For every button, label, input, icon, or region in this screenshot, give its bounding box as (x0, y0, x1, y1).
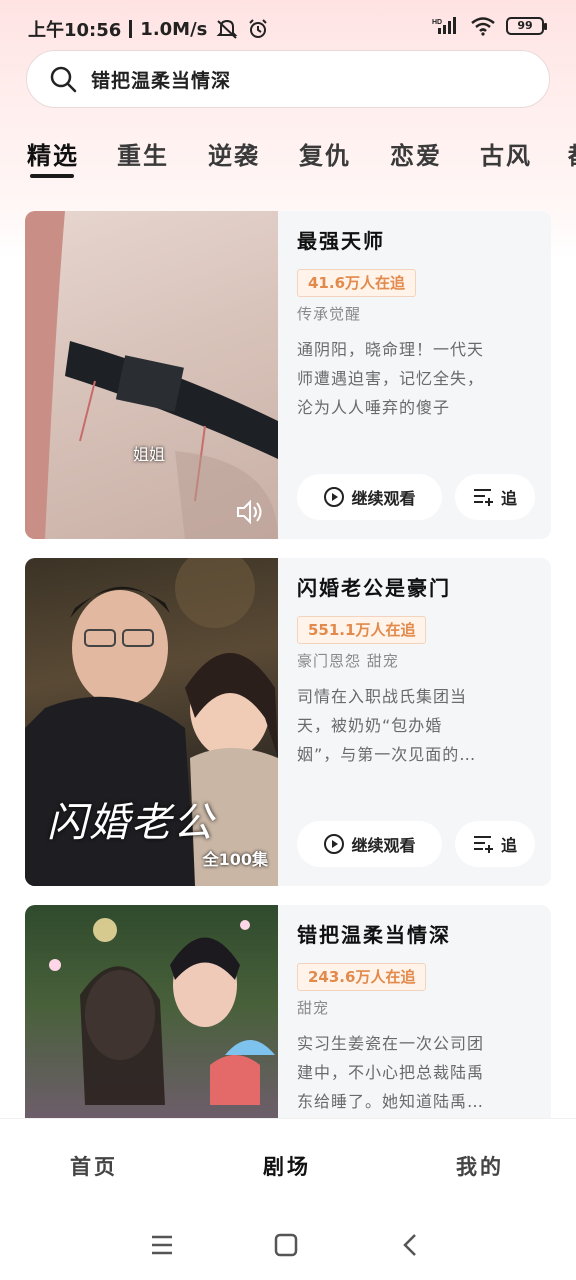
drama-tags: 传承觉醒 (297, 305, 362, 323)
viewers-badge: 41.6万人在追 (297, 269, 417, 297)
follow-button[interactable]: 追 (455, 474, 535, 520)
network-speed: 1.0M/s (140, 18, 208, 40)
episode-count: 全100集 (202, 850, 268, 869)
wifi-icon (471, 17, 495, 36)
nav-theater[interactable]: 剧场 (263, 1151, 311, 1181)
tab-fuchou[interactable]: 复仇 (299, 136, 351, 171)
battery-indicator: 99 (506, 17, 547, 35)
status-right: HD 99 (432, 16, 547, 36)
nav-mine[interactable]: 我的 (456, 1151, 504, 1181)
search-bar[interactable]: 错把温柔当情深 (26, 50, 550, 108)
continue-watching-button[interactable]: 继续观看 (297, 821, 442, 867)
mute-icon (216, 19, 238, 39)
home-square-icon[interactable] (274, 1233, 298, 1257)
follow-button[interactable]: 追 (455, 821, 535, 867)
status-separator (129, 20, 133, 38)
drama-description: 司情在入职战氏集团当 天，被奶奶“包办婚 姻”，与第一次见面的… (297, 682, 521, 769)
continue-label: 继续观看 (351, 489, 416, 508)
tab-nixi[interactable]: 逆袭 (208, 136, 260, 171)
signal-hd-label: HD (432, 19, 442, 26)
follow-label: 追 (500, 836, 517, 855)
desc-line: 天，被奶奶“包办婚 (297, 716, 443, 735)
desc-line: 师遭遇迫害，记忆全失， (297, 369, 485, 388)
desc-line: 建中，不小心把总裁陆禹 (297, 1063, 485, 1082)
play-icon (324, 834, 345, 854)
tab-du[interactable]: 都 (568, 136, 576, 171)
drama-title[interactable]: 闪婚老公是豪门 (297, 572, 451, 601)
tab-lianai[interactable]: 恋爱 (390, 136, 442, 171)
system-navigation-bar (0, 1218, 576, 1280)
drama-info: 闪婚老公是豪门 551.1万人在追 豪门恩怨 甜宠 司情在入职战氏集团当 天，被… (297, 558, 551, 886)
desc-line: 东给睡了。她知道陆禹… (297, 1092, 485, 1111)
status-left: 上午10:56 1.0M/s (28, 16, 269, 42)
tab-gufeng[interactable]: 古风 (480, 136, 532, 171)
desc-line: 沦为人人唾弃的傻子 (297, 398, 451, 417)
tab-chongsheng[interactable]: 重生 (117, 136, 169, 171)
desc-line: 实习生姜瓷在一次公司团 (297, 1034, 485, 1053)
signal-icon: HD (432, 17, 456, 34)
menu-icon[interactable] (150, 1234, 174, 1256)
category-tabs: 精选 重生 逆袭 复仇 恋爱 古风 都 (0, 128, 576, 184)
status-time: 上午10:56 (28, 20, 122, 41)
nav-home[interactable]: 首页 (70, 1151, 118, 1181)
desc-line: 姻”，与第一次见面的… (297, 745, 477, 764)
drama-info: 最强天师 41.6万人在追 传承觉醒 通阴阳，晓命理！一代天 师遭遇迫害，记忆全… (297, 211, 551, 539)
viewers-badge: 551.1万人在追 (297, 616, 427, 644)
back-icon[interactable] (400, 1233, 420, 1257)
drama-poster[interactable]: 姐姐 (25, 211, 278, 539)
poster-title-art: 闪婚老公 (47, 800, 215, 846)
drama-poster[interactable]: 闪婚老公 全100集 (25, 558, 278, 886)
drama-tags: 豪门恩怨 甜宠 (297, 652, 399, 670)
drama-title[interactable]: 错把温柔当情深 (297, 919, 451, 948)
active-tab-indicator (30, 174, 74, 178)
play-icon (324, 487, 345, 507)
tab-jingxuan[interactable]: 精选 (27, 136, 79, 171)
follow-label: 追 (500, 489, 517, 508)
poster-illustration (25, 211, 278, 539)
continue-watching-button[interactable]: 继续观看 (297, 474, 442, 520)
desc-line: 通阴阳，晓命理！一代天 (297, 340, 485, 359)
search-input[interactable]: 错把温柔当情深 (91, 66, 231, 93)
drama-title[interactable]: 最强天师 (297, 225, 385, 254)
continue-label: 继续观看 (351, 836, 416, 855)
alarm-icon (249, 19, 268, 38)
add-to-list-icon (473, 489, 493, 506)
add-to-list-icon (473, 836, 493, 853)
poster-subtitle: 姐姐 (133, 445, 166, 464)
desc-line: 司情在入职战氏集团当 (297, 687, 468, 706)
search-icon (50, 66, 77, 93)
bottom-navigation: 首页 剧场 我的 (0, 1118, 576, 1218)
status-bar: 上午10:56 1.0M/s HD 99 (0, 0, 576, 52)
viewers-badge: 243.6万人在追 (297, 963, 427, 991)
drama-description: 实习生姜瓷在一次公司团 建中，不小心把总裁陆禹 东给睡了。她知道陆禹… (297, 1029, 521, 1116)
drama-card[interactable]: 姐姐 最强天师 41.6万人在追 传承觉醒 通阴阳，晓命理！一代天 师遭遇迫害，… (25, 211, 551, 539)
drama-tags: 甜宠 (297, 999, 330, 1017)
volume-icon[interactable] (235, 499, 265, 525)
drama-description: 通阴阳，晓命理！一代天 师遭遇迫害，记忆全失， 沦为人人唾弃的傻子 (297, 335, 521, 422)
drama-card[interactable]: 闪婚老公 全100集 闪婚老公是豪门 551.1万人在追 豪门恩怨 甜宠 司情在… (25, 558, 551, 886)
